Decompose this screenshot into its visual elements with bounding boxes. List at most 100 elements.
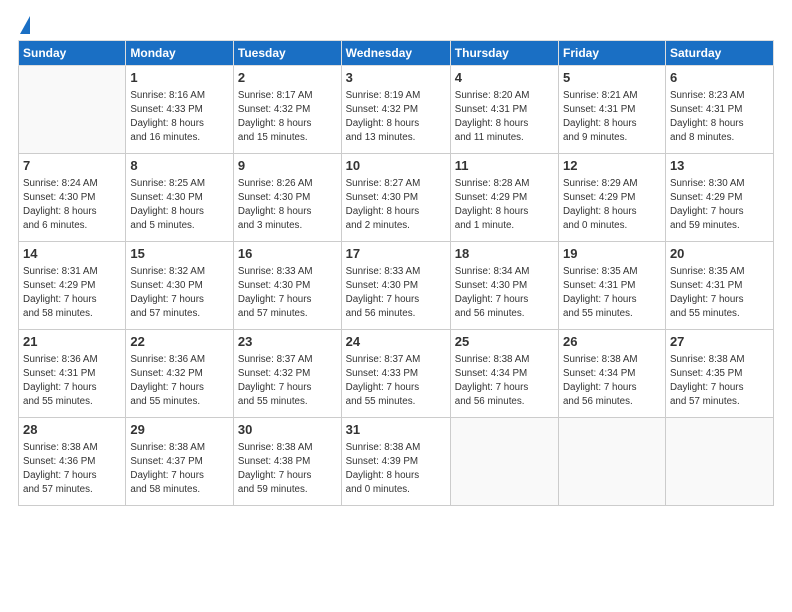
calendar-cell: 19Sunrise: 8:35 AM Sunset: 4:31 PM Dayli…	[558, 242, 665, 330]
day-number: 17	[346, 245, 446, 264]
calendar-cell	[19, 66, 126, 154]
calendar-cell: 20Sunrise: 8:35 AM Sunset: 4:31 PM Dayli…	[665, 242, 773, 330]
cell-info: Sunrise: 8:34 AM Sunset: 4:30 PM Dayligh…	[455, 265, 554, 322]
day-number: 8	[130, 157, 229, 176]
calendar-cell: 30Sunrise: 8:38 AM Sunset: 4:38 PM Dayli…	[233, 418, 341, 506]
calendar-cell	[450, 418, 558, 506]
header	[18, 16, 774, 32]
calendar-cell: 6Sunrise: 8:23 AM Sunset: 4:31 PM Daylig…	[665, 66, 773, 154]
cell-info: Sunrise: 8:36 AM Sunset: 4:31 PM Dayligh…	[23, 353, 121, 410]
calendar-cell: 10Sunrise: 8:27 AM Sunset: 4:30 PM Dayli…	[341, 154, 450, 242]
cell-info: Sunrise: 8:38 AM Sunset: 4:34 PM Dayligh…	[563, 353, 661, 410]
cell-info: Sunrise: 8:16 AM Sunset: 4:33 PM Dayligh…	[130, 89, 229, 146]
calendar-cell: 1Sunrise: 8:16 AM Sunset: 4:33 PM Daylig…	[126, 66, 234, 154]
calendar-cell: 26Sunrise: 8:38 AM Sunset: 4:34 PM Dayli…	[558, 330, 665, 418]
week-row-2: 14Sunrise: 8:31 AM Sunset: 4:29 PM Dayli…	[19, 242, 774, 330]
calendar-cell: 22Sunrise: 8:36 AM Sunset: 4:32 PM Dayli…	[126, 330, 234, 418]
calendar-cell: 14Sunrise: 8:31 AM Sunset: 4:29 PM Dayli…	[19, 242, 126, 330]
day-number: 31	[346, 421, 446, 440]
cell-info: Sunrise: 8:20 AM Sunset: 4:31 PM Dayligh…	[455, 89, 554, 146]
week-row-3: 21Sunrise: 8:36 AM Sunset: 4:31 PM Dayli…	[19, 330, 774, 418]
calendar-cell: 7Sunrise: 8:24 AM Sunset: 4:30 PM Daylig…	[19, 154, 126, 242]
day-number: 16	[238, 245, 337, 264]
calendar-cell	[665, 418, 773, 506]
cell-info: Sunrise: 8:38 AM Sunset: 4:35 PM Dayligh…	[670, 353, 769, 410]
cell-info: Sunrise: 8:35 AM Sunset: 4:31 PM Dayligh…	[563, 265, 661, 322]
cell-info: Sunrise: 8:38 AM Sunset: 4:34 PM Dayligh…	[455, 353, 554, 410]
day-number: 25	[455, 333, 554, 352]
day-header-monday: Monday	[126, 41, 234, 66]
day-number: 2	[238, 69, 337, 88]
calendar-cell: 12Sunrise: 8:29 AM Sunset: 4:29 PM Dayli…	[558, 154, 665, 242]
day-number: 12	[563, 157, 661, 176]
page: SundayMondayTuesdayWednesdayThursdayFrid…	[0, 0, 792, 612]
cell-info: Sunrise: 8:33 AM Sunset: 4:30 PM Dayligh…	[238, 265, 337, 322]
cell-info: Sunrise: 8:26 AM Sunset: 4:30 PM Dayligh…	[238, 177, 337, 234]
day-number: 28	[23, 421, 121, 440]
day-header-saturday: Saturday	[665, 41, 773, 66]
calendar-header: SundayMondayTuesdayWednesdayThursdayFrid…	[19, 41, 774, 66]
calendar-cell	[558, 418, 665, 506]
cell-info: Sunrise: 8:17 AM Sunset: 4:32 PM Dayligh…	[238, 89, 337, 146]
cell-info: Sunrise: 8:27 AM Sunset: 4:30 PM Dayligh…	[346, 177, 446, 234]
day-header-sunday: Sunday	[19, 41, 126, 66]
day-header-thursday: Thursday	[450, 41, 558, 66]
day-number: 21	[23, 333, 121, 352]
day-header-friday: Friday	[558, 41, 665, 66]
day-header-wednesday: Wednesday	[341, 41, 450, 66]
day-number: 5	[563, 69, 661, 88]
week-row-4: 28Sunrise: 8:38 AM Sunset: 4:36 PM Dayli…	[19, 418, 774, 506]
cell-info: Sunrise: 8:38 AM Sunset: 4:38 PM Dayligh…	[238, 441, 337, 498]
day-header-tuesday: Tuesday	[233, 41, 341, 66]
logo-text	[18, 16, 30, 32]
calendar-cell: 5Sunrise: 8:21 AM Sunset: 4:31 PM Daylig…	[558, 66, 665, 154]
cell-info: Sunrise: 8:37 AM Sunset: 4:32 PM Dayligh…	[238, 353, 337, 410]
calendar-cell: 17Sunrise: 8:33 AM Sunset: 4:30 PM Dayli…	[341, 242, 450, 330]
calendar-cell: 8Sunrise: 8:25 AM Sunset: 4:30 PM Daylig…	[126, 154, 234, 242]
cell-info: Sunrise: 8:29 AM Sunset: 4:29 PM Dayligh…	[563, 177, 661, 234]
day-number: 13	[670, 157, 769, 176]
cell-info: Sunrise: 8:32 AM Sunset: 4:30 PM Dayligh…	[130, 265, 229, 322]
day-number: 15	[130, 245, 229, 264]
calendar-cell: 2Sunrise: 8:17 AM Sunset: 4:32 PM Daylig…	[233, 66, 341, 154]
calendar-cell: 23Sunrise: 8:37 AM Sunset: 4:32 PM Dayli…	[233, 330, 341, 418]
day-number: 23	[238, 333, 337, 352]
day-number: 11	[455, 157, 554, 176]
cell-info: Sunrise: 8:38 AM Sunset: 4:36 PM Dayligh…	[23, 441, 121, 498]
calendar-cell: 31Sunrise: 8:38 AM Sunset: 4:39 PM Dayli…	[341, 418, 450, 506]
calendar-cell: 28Sunrise: 8:38 AM Sunset: 4:36 PM Dayli…	[19, 418, 126, 506]
day-number: 10	[346, 157, 446, 176]
cell-info: Sunrise: 8:33 AM Sunset: 4:30 PM Dayligh…	[346, 265, 446, 322]
calendar-cell: 4Sunrise: 8:20 AM Sunset: 4:31 PM Daylig…	[450, 66, 558, 154]
day-number: 7	[23, 157, 121, 176]
week-row-1: 7Sunrise: 8:24 AM Sunset: 4:30 PM Daylig…	[19, 154, 774, 242]
logo	[18, 16, 30, 32]
calendar-cell: 29Sunrise: 8:38 AM Sunset: 4:37 PM Dayli…	[126, 418, 234, 506]
day-number: 14	[23, 245, 121, 264]
header-row: SundayMondayTuesdayWednesdayThursdayFrid…	[19, 41, 774, 66]
calendar-cell: 3Sunrise: 8:19 AM Sunset: 4:32 PM Daylig…	[341, 66, 450, 154]
day-number: 22	[130, 333, 229, 352]
logo-triangle-icon	[20, 16, 30, 34]
calendar-cell: 27Sunrise: 8:38 AM Sunset: 4:35 PM Dayli…	[665, 330, 773, 418]
calendar-body: 1Sunrise: 8:16 AM Sunset: 4:33 PM Daylig…	[19, 66, 774, 506]
calendar-cell: 18Sunrise: 8:34 AM Sunset: 4:30 PM Dayli…	[450, 242, 558, 330]
cell-info: Sunrise: 8:30 AM Sunset: 4:29 PM Dayligh…	[670, 177, 769, 234]
cell-info: Sunrise: 8:35 AM Sunset: 4:31 PM Dayligh…	[670, 265, 769, 322]
cell-info: Sunrise: 8:24 AM Sunset: 4:30 PM Dayligh…	[23, 177, 121, 234]
cell-info: Sunrise: 8:38 AM Sunset: 4:37 PM Dayligh…	[130, 441, 229, 498]
day-number: 29	[130, 421, 229, 440]
calendar-cell: 16Sunrise: 8:33 AM Sunset: 4:30 PM Dayli…	[233, 242, 341, 330]
cell-info: Sunrise: 8:36 AM Sunset: 4:32 PM Dayligh…	[130, 353, 229, 410]
day-number: 3	[346, 69, 446, 88]
calendar-cell: 24Sunrise: 8:37 AM Sunset: 4:33 PM Dayli…	[341, 330, 450, 418]
calendar-cell: 13Sunrise: 8:30 AM Sunset: 4:29 PM Dayli…	[665, 154, 773, 242]
day-number: 6	[670, 69, 769, 88]
calendar-cell: 25Sunrise: 8:38 AM Sunset: 4:34 PM Dayli…	[450, 330, 558, 418]
cell-info: Sunrise: 8:25 AM Sunset: 4:30 PM Dayligh…	[130, 177, 229, 234]
cell-info: Sunrise: 8:37 AM Sunset: 4:33 PM Dayligh…	[346, 353, 446, 410]
cell-info: Sunrise: 8:21 AM Sunset: 4:31 PM Dayligh…	[563, 89, 661, 146]
calendar-table: SundayMondayTuesdayWednesdayThursdayFrid…	[18, 40, 774, 506]
day-number: 24	[346, 333, 446, 352]
day-number: 9	[238, 157, 337, 176]
